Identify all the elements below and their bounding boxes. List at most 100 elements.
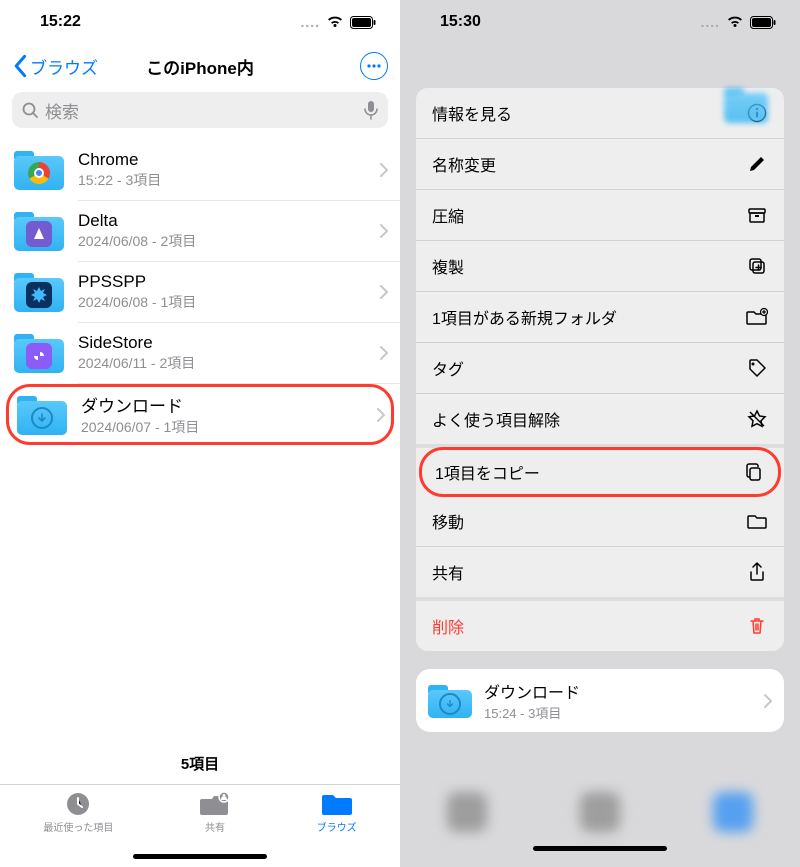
back-button[interactable]: ブラウズ — [12, 54, 98, 79]
status-icons: .... — [300, 14, 376, 30]
home-indicator — [533, 846, 667, 851]
folder-icon — [428, 682, 472, 720]
search-input[interactable]: 検索 — [12, 92, 388, 128]
preview-card[interactable]: ダウンロード 15:24 - 3項目 — [416, 669, 784, 732]
menu-compress[interactable]: 圧縮 — [416, 190, 784, 241]
delta-icon — [26, 221, 52, 247]
ppsspp-icon — [26, 282, 52, 308]
search-icon — [22, 102, 39, 119]
menu-label: 1項目をコピー — [435, 460, 540, 484]
battery-icon — [750, 16, 776, 29]
folder-icon — [746, 510, 768, 532]
tab-label: 最近使った項目 — [43, 819, 113, 834]
folder-name: SideStore — [78, 333, 380, 353]
phone-right: 15:30 .... 情報を見る 名称変更 圧縮 複製 1項目がある新規フォルダ — [400, 0, 800, 867]
menu-rename[interactable]: 名称変更 — [416, 139, 784, 190]
wifi-icon — [326, 15, 344, 29]
folder-icon — [17, 393, 67, 437]
folder-row-download[interactable]: ダウンロード 2024/06/07 - 1項目 — [6, 384, 394, 445]
menu-move[interactable]: 移動 — [416, 496, 784, 547]
ellipsis-icon — [367, 64, 381, 68]
folder-icon — [14, 331, 64, 375]
menu-label: 名称変更 — [432, 152, 496, 176]
folder-icon — [14, 148, 64, 192]
menu-delete[interactable]: 削除 — [416, 601, 784, 651]
menu-tags[interactable]: タグ — [416, 343, 784, 394]
trash-icon — [746, 615, 768, 637]
menu-copy[interactable]: 1項目をコピー — [419, 447, 781, 497]
tab-shared[interactable]: 共有 — [200, 791, 230, 834]
status-bar: 15:22 .... — [0, 0, 400, 44]
tab-bar: 最近使った項目 共有 ブラウズ — [0, 784, 400, 854]
shared-folder-icon — [200, 791, 230, 817]
chevron-right-icon — [380, 285, 388, 299]
folder-row-delta[interactable]: Delta 2024/06/08 - 2項目 — [0, 201, 400, 261]
download-icon — [439, 693, 461, 715]
cellular-icon: .... — [700, 14, 720, 30]
menu-label: 情報を見る — [432, 101, 512, 125]
folder-meta: 2024/06/08 - 2項目 — [78, 231, 380, 251]
menu-label: よく使う項目解除 — [432, 407, 560, 431]
menu-label: 共有 — [432, 560, 464, 584]
folder-icon — [14, 270, 64, 314]
folder-list: Chrome 15:22 - 3項目 Delta 2024/06/08 - 2項… — [0, 140, 400, 743]
duplicate-icon — [746, 255, 768, 277]
card-meta: 15:24 - 3項目 — [484, 703, 764, 722]
folder-name: Chrome — [78, 150, 380, 170]
menu-remove-favorite[interactable]: よく使う項目解除 — [416, 394, 784, 448]
status-bar: 15:30 .... — [400, 0, 800, 44]
chevron-right-icon — [380, 346, 388, 360]
home-indicator — [133, 854, 267, 859]
folder-row-ppsspp[interactable]: PPSSPP 2024/06/08 - 1項目 — [0, 262, 400, 322]
page-title: このiPhone内 — [146, 54, 254, 79]
tab-label: 共有 — [205, 819, 225, 834]
mic-icon[interactable] — [364, 100, 378, 120]
folder-meta: 15:22 - 3項目 — [78, 170, 380, 190]
menu-label: 1項目がある新規フォルダ — [432, 305, 617, 329]
chevron-left-icon — [12, 54, 30, 78]
menu-new-folder-with-item[interactable]: 1項目がある新規フォルダ — [416, 292, 784, 343]
folder-name: Delta — [78, 211, 380, 231]
wifi-icon — [726, 15, 744, 29]
cellular-icon: .... — [300, 14, 320, 30]
item-count: 5項目 — [0, 743, 400, 784]
tab-label: ブラウズ — [317, 819, 357, 834]
more-button[interactable] — [360, 52, 388, 80]
tab-recents[interactable]: 最近使った項目 — [43, 791, 113, 834]
pencil-icon — [746, 153, 768, 175]
chevron-right-icon — [377, 408, 385, 422]
download-icon — [31, 407, 53, 429]
folder-name: ダウンロード — [81, 392, 377, 417]
chrome-icon — [28, 162, 50, 184]
folder-name: PPSSPP — [78, 272, 380, 292]
back-label: ブラウズ — [30, 54, 98, 79]
battery-icon — [350, 16, 376, 29]
phone-left: 15:22 .... ブラウズ このiPhone内 検索 Chrome 15:2… — [0, 0, 400, 867]
tab-browse[interactable]: ブラウズ — [317, 791, 357, 834]
menu-label: 削除 — [432, 614, 464, 638]
share-icon — [746, 561, 768, 583]
status-icons: .... — [700, 14, 776, 30]
folder-meta: 2024/06/11 - 2項目 — [78, 353, 380, 373]
chevron-right-icon — [380, 224, 388, 238]
archive-icon — [746, 204, 768, 226]
search-placeholder: 検索 — [45, 98, 364, 123]
card-name: ダウンロード — [484, 679, 764, 703]
clock-icon — [65, 791, 91, 817]
folder-icon — [14, 209, 64, 253]
menu-label: タグ — [432, 356, 464, 380]
sidestore-icon — [26, 343, 52, 369]
menu-duplicate[interactable]: 複製 — [416, 241, 784, 292]
tag-icon — [746, 357, 768, 379]
menu-label: 複製 — [432, 254, 464, 278]
folder-row-sidestore[interactable]: SideStore 2024/06/11 - 2項目 — [0, 323, 400, 383]
folder-meta: 2024/06/08 - 1項目 — [78, 292, 380, 312]
folder-meta: 2024/06/07 - 1項目 — [81, 417, 377, 437]
menu-share[interactable]: 共有 — [416, 547, 784, 601]
context-menu: 情報を見る 名称変更 圧縮 複製 1項目がある新規フォルダ タグ よく使う項目解… — [416, 88, 784, 651]
folder-row-chrome[interactable]: Chrome 15:22 - 3項目 — [0, 140, 400, 200]
star-slash-icon — [746, 408, 768, 430]
chevron-right-icon — [380, 163, 388, 177]
blurred-background-folder — [724, 85, 768, 125]
folder-plus-icon — [746, 306, 768, 328]
